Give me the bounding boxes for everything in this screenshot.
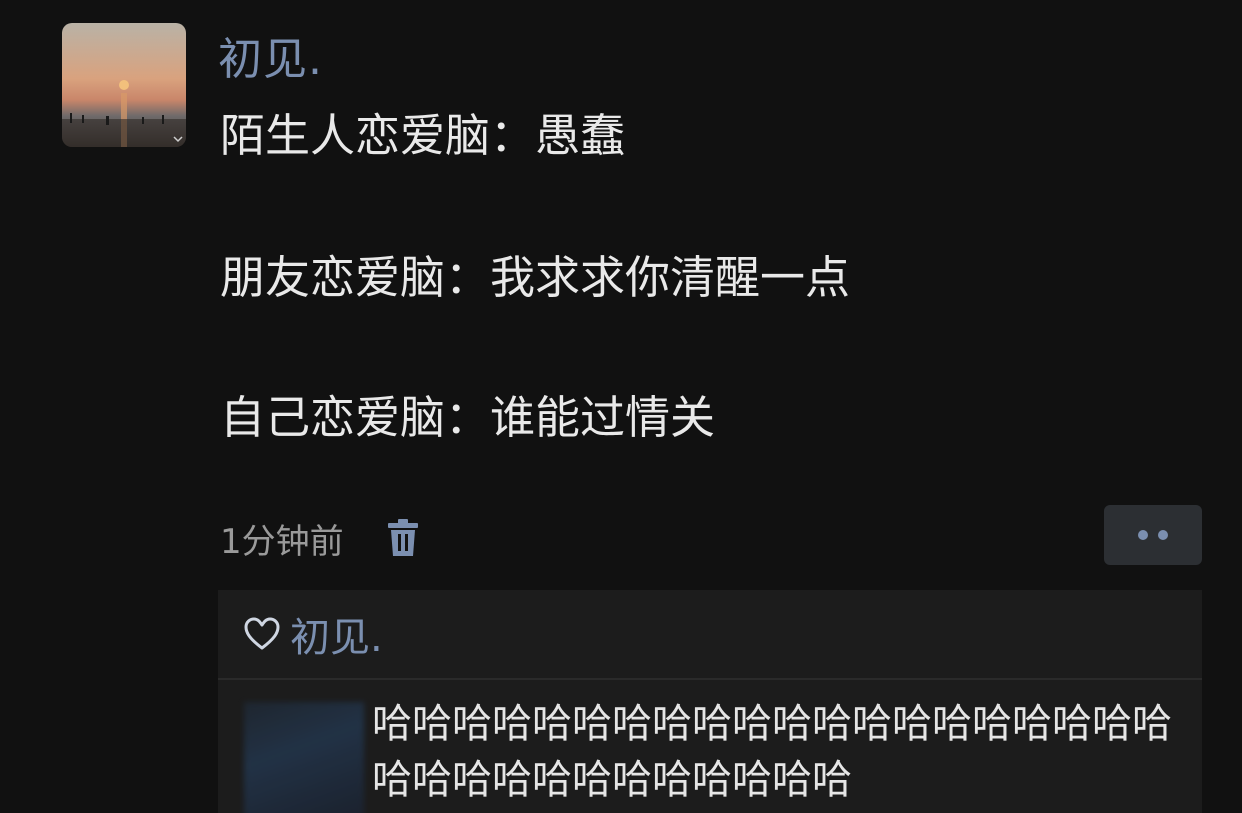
post-text-line-2: 朋友恋爱脑：我求求你清醒一点	[220, 251, 851, 304]
panel-divider	[218, 678, 1202, 680]
sunset-avatar-image	[62, 23, 186, 147]
more-dots-icon	[1138, 530, 1148, 540]
comment-text: 哈哈哈哈哈哈哈哈哈哈哈哈哈哈哈哈哈哈哈哈哈哈哈哈哈哈哈哈哈哈哈哈	[372, 701, 1172, 803]
heart-outline-icon	[244, 617, 280, 651]
interaction-panel: 初见. 哈哈哈哈哈哈哈哈哈哈哈哈哈哈哈哈哈哈哈哈哈哈哈哈哈哈哈哈哈哈哈哈	[218, 590, 1202, 813]
post-meta: 1分钟前	[220, 510, 420, 566]
post-timestamp: 1分钟前	[220, 521, 344, 562]
post-text-line-1: 陌生人恋爱脑：愚蠢	[220, 109, 626, 162]
more-actions-button[interactable]	[1104, 505, 1202, 565]
commenter-avatar[interactable]	[244, 702, 364, 813]
user-avatar[interactable]	[62, 23, 186, 147]
liker-name[interactable]: 初见.	[290, 605, 383, 663]
post-username[interactable]: 初见.	[218, 30, 323, 90]
likes-row: 初见.	[218, 590, 1202, 678]
trash-icon[interactable]	[386, 518, 420, 558]
post-text-line-3: 自己恋爱脑：谁能过情关	[220, 391, 716, 444]
